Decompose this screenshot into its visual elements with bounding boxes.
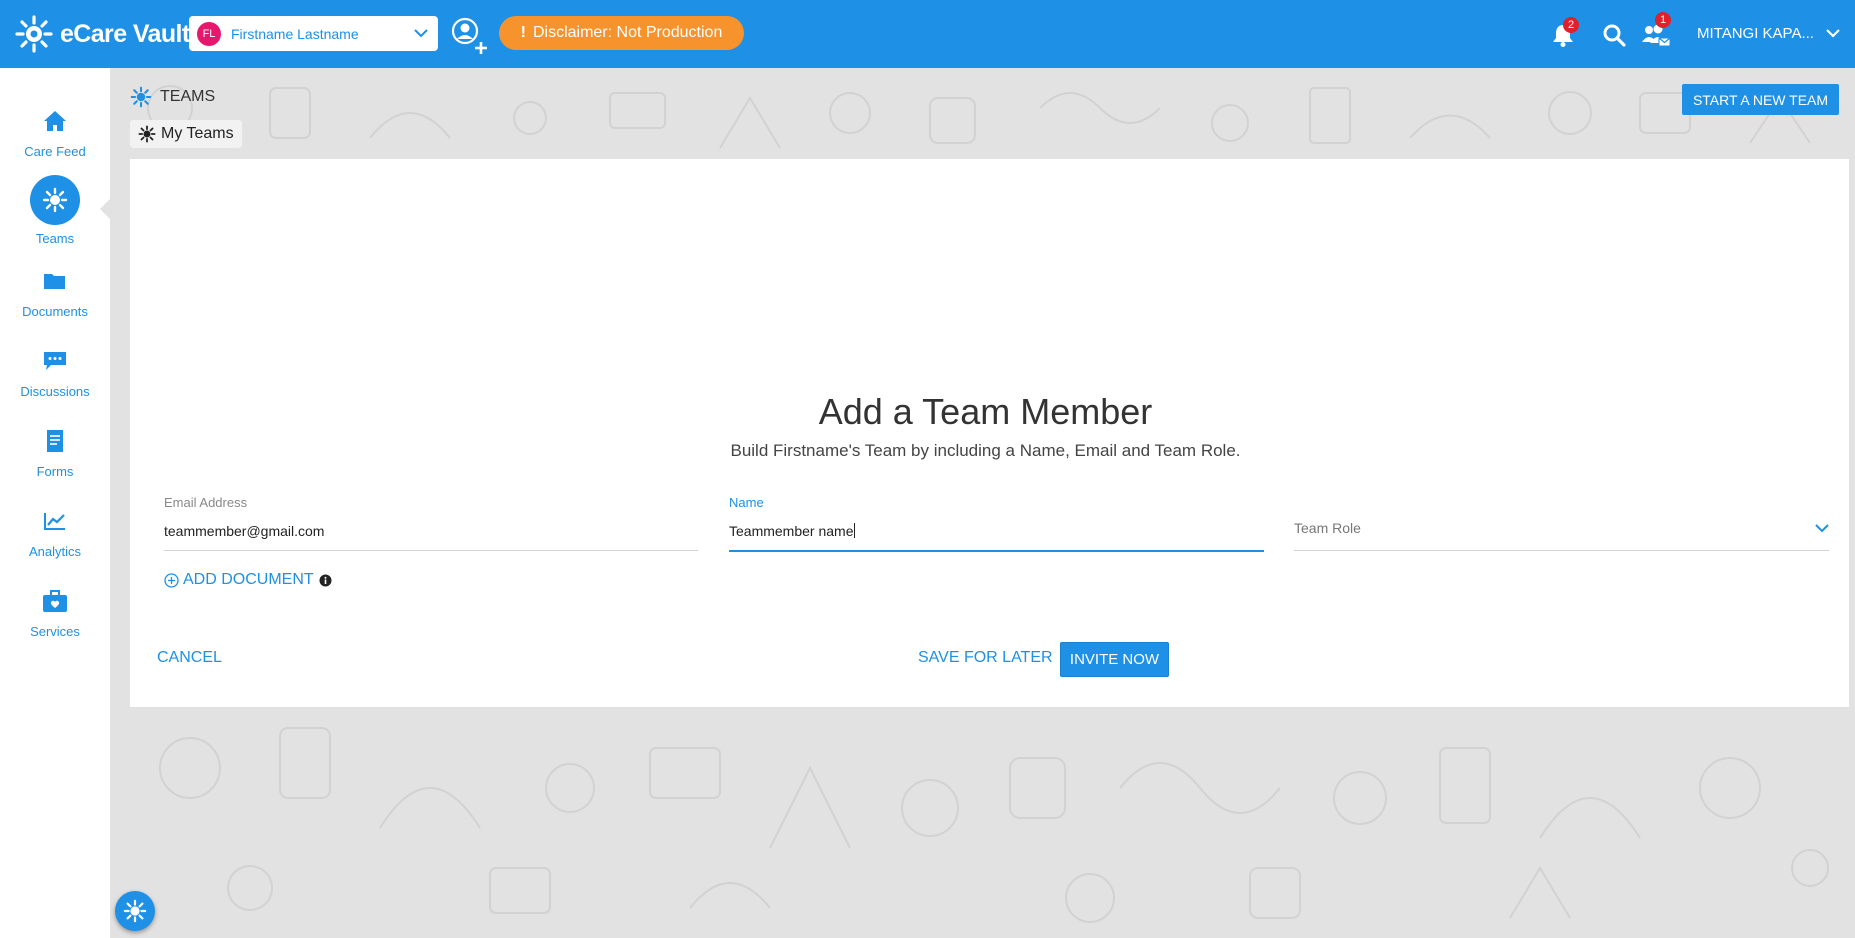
invite-count-badge: 1 bbox=[1655, 12, 1671, 28]
help-fab-button[interactable] bbox=[115, 891, 155, 931]
form-icon bbox=[42, 428, 68, 454]
add-team-member-card: Add a Team Member Build Firstname's Team… bbox=[130, 159, 1849, 707]
team-role-select[interactable]: Team Role bbox=[1294, 495, 1829, 609]
ecare-logo-icon bbox=[123, 899, 147, 923]
sidebar-item-documents[interactable]: Documents bbox=[0, 268, 110, 319]
chart-icon bbox=[42, 508, 68, 534]
email-underline bbox=[164, 550, 698, 551]
sidebar-item-label: Documents bbox=[22, 304, 88, 319]
breadcrumb[interactable]: My Teams bbox=[130, 120, 242, 148]
user-name: MITANGI KAPA... bbox=[1697, 25, 1814, 42]
search-icon[interactable] bbox=[1601, 22, 1627, 48]
patient-name: Firstname Lastname bbox=[231, 25, 359, 42]
form-subtitle: Build Firstname's Team by including a Na… bbox=[730, 441, 1241, 460]
form-title: Add a Team Member bbox=[818, 391, 1153, 432]
briefcase-icon bbox=[42, 588, 68, 614]
add-user-icon[interactable] bbox=[449, 16, 489, 56]
teams-icon bbox=[138, 125, 156, 143]
teams-icon bbox=[130, 86, 152, 108]
sidebar-item-label: Forms bbox=[36, 464, 74, 479]
sidebar-item-label: Analytics bbox=[28, 544, 82, 559]
chevron-down-icon bbox=[1815, 520, 1829, 538]
cancel-button[interactable]: CANCEL bbox=[157, 649, 222, 667]
sidebar-item-label: Care Feed bbox=[24, 144, 86, 159]
sidebar-item-analytics[interactable]: Analytics bbox=[0, 508, 110, 559]
exclamation-icon: ! bbox=[520, 24, 526, 41]
sidebar-item-teams[interactable]: Teams bbox=[0, 175, 110, 246]
breadcrumb-label: My Teams bbox=[161, 125, 234, 142]
info-icon[interactable] bbox=[319, 574, 332, 587]
patient-selector[interactable]: FL Firstname Lastname bbox=[189, 16, 438, 51]
bell-icon[interactable]: 2 bbox=[1550, 17, 1579, 48]
teams-icon bbox=[30, 175, 80, 225]
sidebar: Care Feed Teams Documents Discussions Fo… bbox=[0, 68, 110, 938]
email-field[interactable]: Email Address teammember@gmail.com bbox=[164, 495, 698, 609]
team-role-label: Team Role bbox=[1294, 520, 1361, 536]
ecare-logo-icon bbox=[15, 15, 53, 53]
chevron-down-icon bbox=[404, 29, 438, 38]
team-invites-icon[interactable]: 1 bbox=[1641, 12, 1671, 48]
name-underline bbox=[729, 550, 1264, 552]
sidebar-item-discussions[interactable]: Discussions bbox=[0, 348, 110, 399]
top-bar: eCare Vault FL Firstname Lastname ! Disc… bbox=[0, 0, 1855, 68]
add-circle-icon bbox=[164, 572, 179, 588]
chevron-down-icon bbox=[1826, 29, 1840, 38]
start-new-team-button[interactable]: START A NEW TEAM bbox=[1682, 84, 1839, 115]
email-label: Email Address bbox=[164, 495, 248, 510]
notification-count-badge: 2 bbox=[1563, 17, 1579, 33]
user-menu[interactable]: MITANGI KAPA... bbox=[1697, 25, 1840, 42]
sidebar-item-care-feed[interactable]: Care Feed bbox=[0, 108, 110, 159]
sidebar-item-forms[interactable]: Forms bbox=[0, 428, 110, 479]
invite-now-button[interactable]: INVITE NOW bbox=[1060, 642, 1169, 677]
name-value-wrap[interactable]: Teammember name bbox=[729, 523, 855, 539]
page-title: TEAMS bbox=[160, 88, 216, 105]
name-field[interactable]: Name Teammember name bbox=[729, 495, 1264, 609]
add-document-button[interactable]: ADD DOCUMENT bbox=[164, 571, 332, 589]
active-nav-pointer bbox=[100, 198, 111, 220]
add-document-label: ADD DOCUMENT bbox=[183, 571, 314, 588]
team-role-underline bbox=[1294, 550, 1829, 551]
name-label: Name bbox=[729, 495, 764, 510]
brand-name: eCare Vault bbox=[60, 19, 190, 48]
sidebar-item-label: Teams bbox=[35, 231, 75, 246]
name-value: Teammember name bbox=[729, 523, 854, 539]
save-for-later-button[interactable]: SAVE FOR LATER bbox=[918, 649, 1053, 667]
disclaimer-badge: ! Disclaimer: Not Production bbox=[499, 16, 744, 50]
logo[interactable]: eCare Vault bbox=[14, 14, 190, 54]
sidebar-item-label: Services bbox=[30, 624, 80, 639]
patient-avatar: FL bbox=[197, 21, 221, 46]
sidebar-item-services[interactable]: Services bbox=[0, 588, 110, 639]
sidebar-item-label: Discussions bbox=[20, 384, 90, 399]
disclaimer-text: Disclaimer: Not Production bbox=[532, 24, 723, 41]
folder-icon bbox=[42, 268, 68, 294]
chat-icon bbox=[42, 348, 68, 374]
page-header: TEAMS bbox=[130, 86, 215, 108]
text-cursor bbox=[853, 523, 855, 538]
home-icon bbox=[42, 108, 68, 134]
email-value[interactable]: teammember@gmail.com bbox=[164, 523, 324, 539]
